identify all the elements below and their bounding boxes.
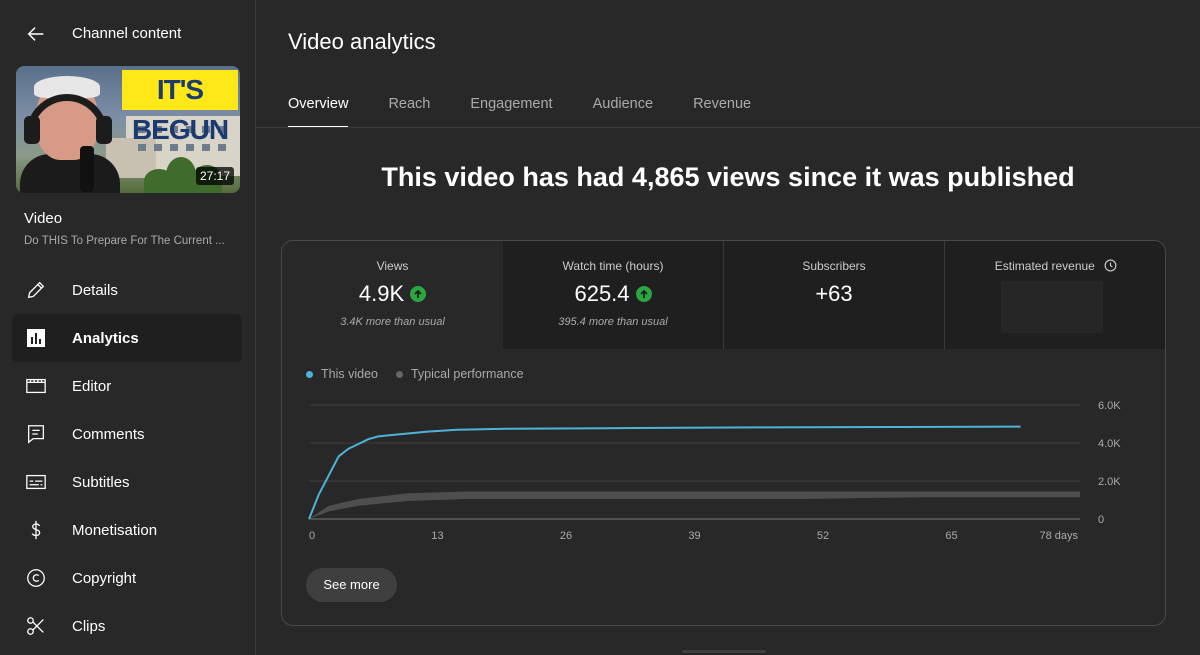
metric-label: Watch time (hours) — [562, 259, 664, 273]
revenue-hidden-placeholder — [1001, 281, 1103, 333]
sidebar-item-comments[interactable]: Comments — [12, 410, 242, 458]
main-content: Video analytics Overview Reach Engagemen… — [256, 0, 1200, 655]
pencil-icon — [24, 278, 48, 302]
metric-watch-time[interactable]: Watch time (hours) 625.4 395.4 more than… — [503, 241, 724, 349]
see-more-button[interactable]: See more — [306, 568, 397, 602]
scissors-icon — [24, 614, 48, 638]
legend-typical-performance: Typical performance — [395, 367, 524, 381]
views-headline: This video has had 4,865 views since it … — [381, 162, 1075, 192]
trend-up-icon — [410, 286, 427, 302]
y-tick-label: 2.0K — [1098, 476, 1121, 488]
metric-cards: Views 4.9K 3.4K more than usual Watch ti… — [282, 241, 1165, 349]
sidebar-item-label: Copyright — [72, 569, 137, 587]
tab-engagement[interactable]: Engagement — [470, 86, 552, 128]
copyright-icon — [24, 566, 48, 590]
video-thumbnail[interactable]: IT'S BEGUN 27:17 — [16, 66, 240, 193]
page-title: Video analytics — [288, 29, 436, 54]
tab-audience[interactable]: Audience — [593, 86, 653, 128]
analytics-tabs: Overview Reach Engagement Audience Reven… — [288, 86, 791, 128]
metric-value: +63 — [815, 281, 853, 306]
metric-label: Estimated revenue — [945, 259, 1165, 275]
sidebar-item-label: Analytics — [72, 329, 139, 347]
series-typical-performance-band — [309, 491, 1080, 519]
metric-label: Subscribers — [802, 259, 866, 273]
tab-revenue[interactable]: Revenue — [693, 86, 751, 128]
metric-estimated-revenue[interactable]: Estimated revenue — [945, 241, 1165, 349]
sidebar-item-subtitles[interactable]: Subtitles — [12, 458, 242, 506]
overview-card: Views 4.9K 3.4K more than usual Watch ti… — [281, 240, 1166, 626]
tab-reach[interactable]: Reach — [388, 86, 430, 128]
metric-subscribers[interactable]: Subscribers +63 — [724, 241, 945, 349]
video-duration: 27:17 — [195, 167, 234, 185]
x-tick-label: 0 — [309, 530, 315, 542]
tabs-divider — [256, 127, 1200, 128]
comment-icon — [24, 422, 48, 446]
subtitles-icon — [24, 470, 48, 494]
video-label: Video — [24, 210, 63, 227]
y-tick-label: 4.0K — [1098, 438, 1121, 450]
video-title: Do THIS To Prepare For The Current ... — [24, 235, 225, 247]
sidebar-item-details[interactable]: Details — [12, 266, 242, 314]
metric-value-row: 4.9K — [282, 281, 503, 307]
legend-dot-this-video — [306, 370, 313, 378]
analytics-icon — [24, 326, 48, 350]
sidebar-item-monetisation[interactable]: Monetisation — [12, 506, 242, 554]
scroll-indicator — [682, 650, 766, 653]
x-tick-label: 26 — [560, 530, 572, 542]
sidebar-item-analytics[interactable]: Analytics — [12, 314, 242, 362]
views-chart[interactable]: 6.0K 4.0K 2.0K 0 0 13 26 39 52 65 78 days — [282, 391, 1166, 551]
sidebar-item-copyright[interactable]: Copyright — [12, 554, 242, 602]
metric-value-row: 625.4 — [503, 281, 723, 307]
x-tick-label: 52 — [817, 530, 829, 542]
sidebar-item-label: Monetisation — [72, 521, 158, 539]
metric-comparison: 395.4 more than usual — [558, 316, 668, 328]
sidebar-item-clips[interactable]: Clips — [12, 602, 242, 650]
sidebar-header: Channel content — [0, 0, 256, 66]
legend-this-video: This video — [306, 367, 378, 381]
sidebar-item-label: Details — [72, 281, 118, 299]
legend-label: This video — [321, 367, 378, 381]
y-tick-label: 6.0K — [1098, 400, 1121, 412]
sidebar-item-label: Editor — [72, 377, 112, 395]
tab-overview[interactable]: Overview — [288, 86, 349, 128]
sidebar-title: Channel content — [72, 25, 182, 42]
dollar-icon — [24, 518, 48, 542]
metric-label-text: Estimated revenue — [994, 259, 1095, 274]
x-tick-label: 13 — [431, 530, 443, 542]
sidebar-nav: Details Analytics Editor Comments Subtit… — [12, 266, 242, 650]
sidebar-item-label: Clips — [72, 617, 106, 635]
metric-views[interactable]: Views 4.9K 3.4K more than usual — [282, 241, 503, 349]
thumbnail-banner-text: IT'S BEGUN — [122, 70, 238, 145]
x-tick-label: 65 — [945, 530, 957, 542]
film-icon — [24, 374, 48, 398]
x-tick-label: 78 days — [1039, 530, 1078, 542]
metric-label: Views — [376, 259, 409, 273]
back-arrow-icon[interactable] — [22, 20, 50, 48]
metric-comparison: 3.4K more than usual — [340, 316, 445, 328]
sidebar-item-editor[interactable]: Editor — [12, 362, 242, 410]
sidebar-item-label: Comments — [72, 425, 145, 443]
thumbnail-person — [20, 76, 124, 193]
trend-up-icon — [635, 286, 652, 302]
chart-legend: This video Typical performance — [306, 367, 524, 381]
metric-value: 625.4 — [574, 281, 630, 306]
series-this-video-line — [308, 425, 1021, 520]
sidebar-item-label: Subtitles — [72, 473, 130, 491]
clock-icon — [1104, 259, 1117, 275]
metric-value: 4.9K — [358, 281, 405, 306]
legend-dot-typical — [395, 370, 403, 378]
legend-label: Typical performance — [410, 367, 524, 381]
x-tick-label: 39 — [688, 530, 700, 542]
y-tick-label: 0 — [1098, 514, 1104, 526]
metric-value-row: +63 — [724, 281, 944, 307]
sidebar: Channel content IT'S BEGUN 27:17 Video D… — [0, 0, 256, 655]
